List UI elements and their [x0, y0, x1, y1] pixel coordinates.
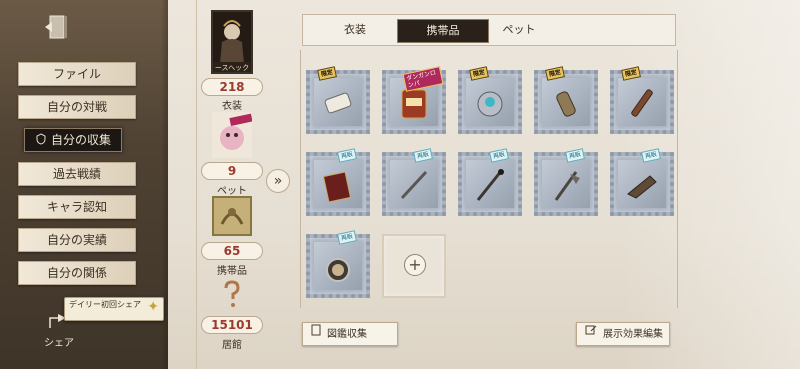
item-slot[interactable]: 限定: [458, 66, 522, 134]
axe-icon: [548, 168, 584, 202]
sidebar-item-label: ファイル: [52, 67, 101, 81]
scroll-icon: [320, 86, 356, 120]
residence-question-icon[interactable]: [222, 280, 242, 310]
collection-button-label: 図鑑収集: [327, 329, 367, 340]
telescope-icon: [624, 86, 660, 120]
item-slot[interactable]: 限定: [610, 66, 674, 134]
residence-count: 15101: [201, 316, 263, 334]
sidebar-item-past-records[interactable]: 過去戦績: [18, 162, 136, 186]
sidebar-item-my-collection[interactable]: 自分の収集: [24, 128, 122, 152]
pet-count: 9: [201, 162, 263, 180]
exit-door-icon[interactable]: [42, 12, 72, 42]
book-icon: [311, 323, 321, 345]
sidebar-item-relations[interactable]: 自分の関係: [18, 261, 136, 285]
sidebar-item-label: 自分の収集: [50, 133, 111, 147]
game-screen: ファイル 自分の対戦 自分の収集 過去戦績 キャラ認知 自分の実績 自分の関係 …: [0, 0, 800, 369]
daily-share-text: デイリー初回シェア: [69, 300, 141, 309]
share-label: シェア: [44, 338, 74, 349]
shield-icon: [35, 130, 47, 152]
add-item-slot[interactable]: +: [382, 234, 446, 298]
accessory-label: 携帯品: [217, 266, 247, 277]
residence-label: 居館: [222, 340, 242, 351]
star-icon: ✦: [147, 299, 159, 315]
item-slot[interactable]: 再販: [382, 148, 446, 216]
edit-display-button[interactable]: 展示効果編集: [576, 322, 670, 346]
sword-icon: [396, 168, 432, 202]
staff-icon: [472, 168, 508, 202]
add-icon[interactable]: +: [404, 254, 426, 276]
sidebar-item-label: 自分の関係: [46, 266, 107, 280]
pet-portrait[interactable]: [212, 112, 253, 158]
costume-caption: ースヘック: [214, 64, 250, 72]
tab-pet[interactable]: ペット: [473, 19, 565, 43]
item-slot[interactable]: 限定: [306, 66, 370, 134]
lantern-icon: [548, 86, 584, 120]
collection-button[interactable]: 図鑑収集: [302, 322, 398, 346]
item-slot[interactable]: 再販: [534, 148, 598, 216]
accessory-count: 65: [201, 242, 263, 260]
item-slot[interactable]: 限定: [534, 66, 598, 134]
expand-arrow-button[interactable]: »: [266, 169, 290, 193]
edit-display-button-label: 展示効果編集: [603, 329, 663, 340]
costume-label: 衣装: [222, 101, 242, 112]
sidebar-item-label: 過去戦績: [52, 167, 101, 181]
sidebar-item-file[interactable]: ファイル: [18, 62, 136, 86]
sidebar-item-character-recognition[interactable]: キャラ認知: [18, 195, 136, 219]
costume-count: 218: [201, 78, 263, 96]
tab-costume[interactable]: 衣装: [309, 19, 401, 43]
accessory-portrait[interactable]: [212, 196, 252, 236]
daily-share-bubble[interactable]: デイリー初回シェア ✦: [64, 297, 164, 321]
item-slot[interactable]: 再販: [610, 148, 674, 216]
tool-icon: [624, 168, 660, 202]
item-slot[interactable]: ダンガンロンパ: [382, 66, 446, 134]
book-icon: [320, 168, 356, 203]
pet-label: ペット: [217, 186, 247, 197]
sidebar-item-my-matches[interactable]: 自分の対戦: [18, 95, 136, 119]
item-slot[interactable]: 再販: [306, 148, 370, 216]
tab-bar: 衣装 携帯品 ペット: [302, 14, 676, 46]
sidebar-item-label: キャラ認知: [46, 200, 107, 214]
sidebar-item-label: 自分の実績: [46, 233, 107, 247]
item-slot[interactable]: 再販: [306, 230, 370, 298]
sidebar-item-achievements[interactable]: 自分の実績: [18, 228, 136, 252]
slot-machine-icon: [396, 86, 432, 120]
item-slot[interactable]: 再販: [458, 148, 522, 216]
sidebar-item-label: 自分の対戦: [46, 100, 107, 114]
locket-icon: [320, 250, 356, 284]
edit-icon: [585, 323, 597, 345]
orb-icon: [472, 86, 508, 120]
